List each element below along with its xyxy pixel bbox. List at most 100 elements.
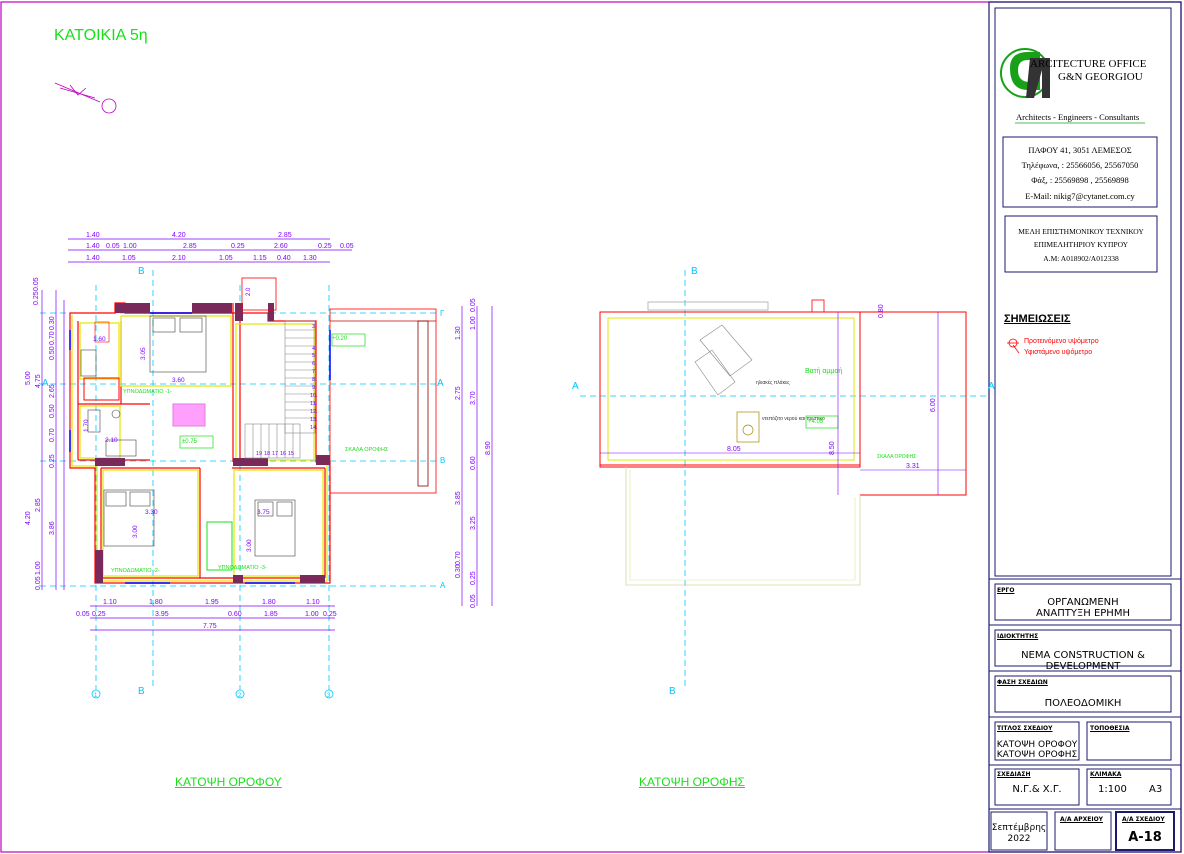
roof-section-a-left: A: [572, 381, 579, 392]
office-fax: Φάξ, : 25569898 , 25569898: [1031, 175, 1129, 185]
svg-text:0.05: 0.05: [470, 594, 477, 608]
room-bedroom3: ΥΠΝΟΔΩΜΑΤΙΟ -3-: [218, 565, 267, 571]
svg-text:16: 16: [280, 451, 286, 457]
section-a-right: A: [437, 378, 444, 389]
svg-text:1.05: 1.05: [122, 255, 136, 262]
svg-text:1.80: 1.80: [149, 599, 163, 606]
office-phone: Τηλέφωνα, : 25566056, 25567050: [1021, 160, 1139, 170]
scale-value: 1:100: [1098, 784, 1127, 795]
roof-section-b-bottom: B: [669, 686, 676, 697]
svg-text:3.05: 3.05: [140, 347, 147, 360]
membership-line-2: ΕΠΙΜΕΛΗΤΗΡΙΟΥ ΚΥΠΡΟΥ: [1033, 240, 1129, 249]
office-tagline: Architects - Engineers - Consultants: [1016, 112, 1140, 122]
svg-text:3.75: 3.75: [257, 509, 270, 516]
svg-text:0.70: 0.70: [49, 428, 56, 442]
svg-text:9.: 9.: [312, 385, 317, 391]
stair-step-numbers: 3. 4. 5. 6. 7. 8. 9. 10. 11. 12. 13. 14.…: [256, 324, 318, 457]
svg-text:3.: 3.: [312, 324, 317, 330]
svg-text:0.25: 0.25: [470, 571, 477, 585]
svg-text:3.70: 3.70: [470, 391, 477, 405]
roof-plan: B B A A Βατή αμμοή ηλιακές πλάκες ντεπόζ…: [572, 266, 995, 697]
svg-text:0.30: 0.30: [455, 564, 462, 578]
svg-text:15: 15: [288, 451, 294, 457]
svg-text:0.25: 0.25: [231, 243, 245, 250]
drawing-title-label: ΤΙΤΛΟΣ ΣΧΕΔΙΟΥ: [997, 725, 1053, 732]
svg-text:6.: 6.: [312, 361, 317, 367]
paper-size-value: A3: [1149, 784, 1163, 795]
svg-text:1.30: 1.30: [303, 255, 317, 262]
chimney-dim: 2.0: [246, 287, 252, 296]
roof-grid-axes: [580, 270, 990, 690]
svg-text:8.: 8.: [312, 377, 317, 383]
svg-text:3.86: 3.86: [49, 521, 56, 535]
svg-text:1.00: 1.00: [305, 611, 319, 618]
svg-text:0.50: 0.50: [49, 346, 56, 360]
note-existing-level: Υφιστάμενο υψόμετρο: [1024, 349, 1093, 356]
wardrobe-hatch: [172, 403, 206, 427]
date-year: 2022: [1007, 834, 1031, 844]
roof-note-panels: ηλιακές πλάκες: [756, 379, 790, 386]
sheet-number-label: Α/Α ΣΧΕΔΙΟΥ: [1122, 816, 1165, 823]
roof-note-stair: ΣΚΑΛΑ ΟΡΟΦΗΣ: [877, 454, 916, 460]
owner-line-1: NEMA CONSTRUCTION &: [1021, 650, 1145, 661]
svg-text:2.10: 2.10: [172, 255, 186, 262]
floor-level-label: ±0.75: [182, 439, 198, 445]
room-bedroom1: ΥΠΝΟΔΩΜΑΤΙΟ -1-: [123, 389, 172, 395]
svg-text:4.75: 4.75: [35, 374, 42, 388]
svg-text:1.00: 1.00: [470, 316, 477, 330]
left-dimension-texts: 0.25 0.05 0.30 0.70 0.50 0.50 0.70 0.25 …: [25, 277, 56, 590]
section-b-bottom: B: [138, 686, 145, 697]
svg-text:0.60: 0.60: [228, 611, 242, 618]
section-g-right: Γ: [440, 309, 445, 318]
office-logo-icon: [1000, 48, 1050, 98]
project-line-1: ΟΡΓΑΝΩΜΕΝΗ: [1047, 597, 1119, 608]
svg-text:7.75: 7.75: [203, 623, 217, 630]
notes-frame: [994, 7, 1172, 577]
svg-text:2.85: 2.85: [278, 232, 292, 239]
top-dimension-texts: 1.40 4.20 2.85 1.40 0.05 1.00 2.85 0.25 …: [86, 232, 354, 262]
svg-text:0.05: 0.05: [470, 298, 477, 312]
svg-text:7.: 7.: [312, 369, 317, 375]
roof-vent: [811, 299, 825, 313]
svg-text:1.85: 1.85: [264, 611, 278, 618]
svg-text:1.40: 1.40: [86, 255, 100, 262]
svg-text:2.10: 2.10: [105, 437, 118, 444]
svg-text:11.: 11.: [310, 401, 318, 407]
room-dimensions: 3.05 3.60 3.30 3.75 3.00 3.00 2.10 1.70 …: [83, 336, 270, 552]
svg-text:3.31: 3.31: [906, 463, 920, 470]
drawing-title-2: ΚΑΤΟΨΗ ΟΡΟΦΗΣ: [996, 750, 1078, 760]
roof-section-a-right: A: [988, 381, 995, 392]
svg-text:3.00: 3.00: [132, 525, 139, 538]
svg-text:6.00: 6.00: [930, 398, 937, 412]
svg-text:8.50: 8.50: [829, 441, 836, 455]
svg-text:0.25: 0.25: [323, 611, 337, 618]
bottom-dimension-texts: 1.10 1.80 1.95 1.80 1.10 0.05 0.25 3.95 …: [76, 599, 337, 630]
svg-text:0.05: 0.05: [33, 277, 40, 291]
date-month: Σεπτέμβρης: [991, 823, 1047, 833]
svg-text:1.15: 1.15: [253, 255, 267, 262]
svg-text:2.85: 2.85: [35, 498, 42, 512]
solar-panels: [694, 324, 753, 396]
lower-roof-inner: [629, 470, 856, 581]
floor-plan: 1 2 3 B B A A A B Γ 1.40 4.20 2.85 1.40 …: [25, 232, 493, 699]
section-b-right: B: [440, 456, 445, 465]
drawing-title-1: ΚΑΤΟΨΗ ΟΡΟΦΟΥ: [996, 740, 1078, 750]
svg-text:1.40: 1.40: [86, 232, 100, 239]
office-address: ΠΑΦΟΥ 41, 3051 ΛΕΜΕΣΟΣ: [1028, 145, 1132, 155]
office-name-1: ARCITECTURE OFFICE: [1030, 58, 1147, 70]
roof-section-b-top: B: [691, 266, 698, 277]
svg-text:10.: 10.: [310, 393, 318, 399]
right-dimension-texts: 1.30 2.75 0.60 3.25 0.05 0.25 1.00 0.05 …: [455, 298, 492, 608]
svg-text:2.85: 2.85: [183, 243, 197, 250]
svg-text:8.05: 8.05: [727, 446, 741, 453]
roof-parapet: [607, 317, 855, 461]
notes-title: ΣΗΜΕΙΩΣΕΙΣ: [1004, 313, 1071, 325]
svg-text:0.70: 0.70: [49, 331, 56, 345]
owner-label: ΙΔΙΟΚΤΗΤΗΣ: [997, 633, 1039, 640]
svg-text:0.25: 0.25: [318, 243, 332, 250]
roof-eave: [647, 301, 769, 311]
section-a-bottom: A: [440, 581, 446, 590]
svg-text:4.20: 4.20: [172, 232, 186, 239]
membership-line-3: Α.Μ: Α018902/Α012338: [1043, 254, 1119, 263]
phase-value: ΠΟΛΕΟΔΟΜΙΚΗ: [1044, 698, 1122, 709]
